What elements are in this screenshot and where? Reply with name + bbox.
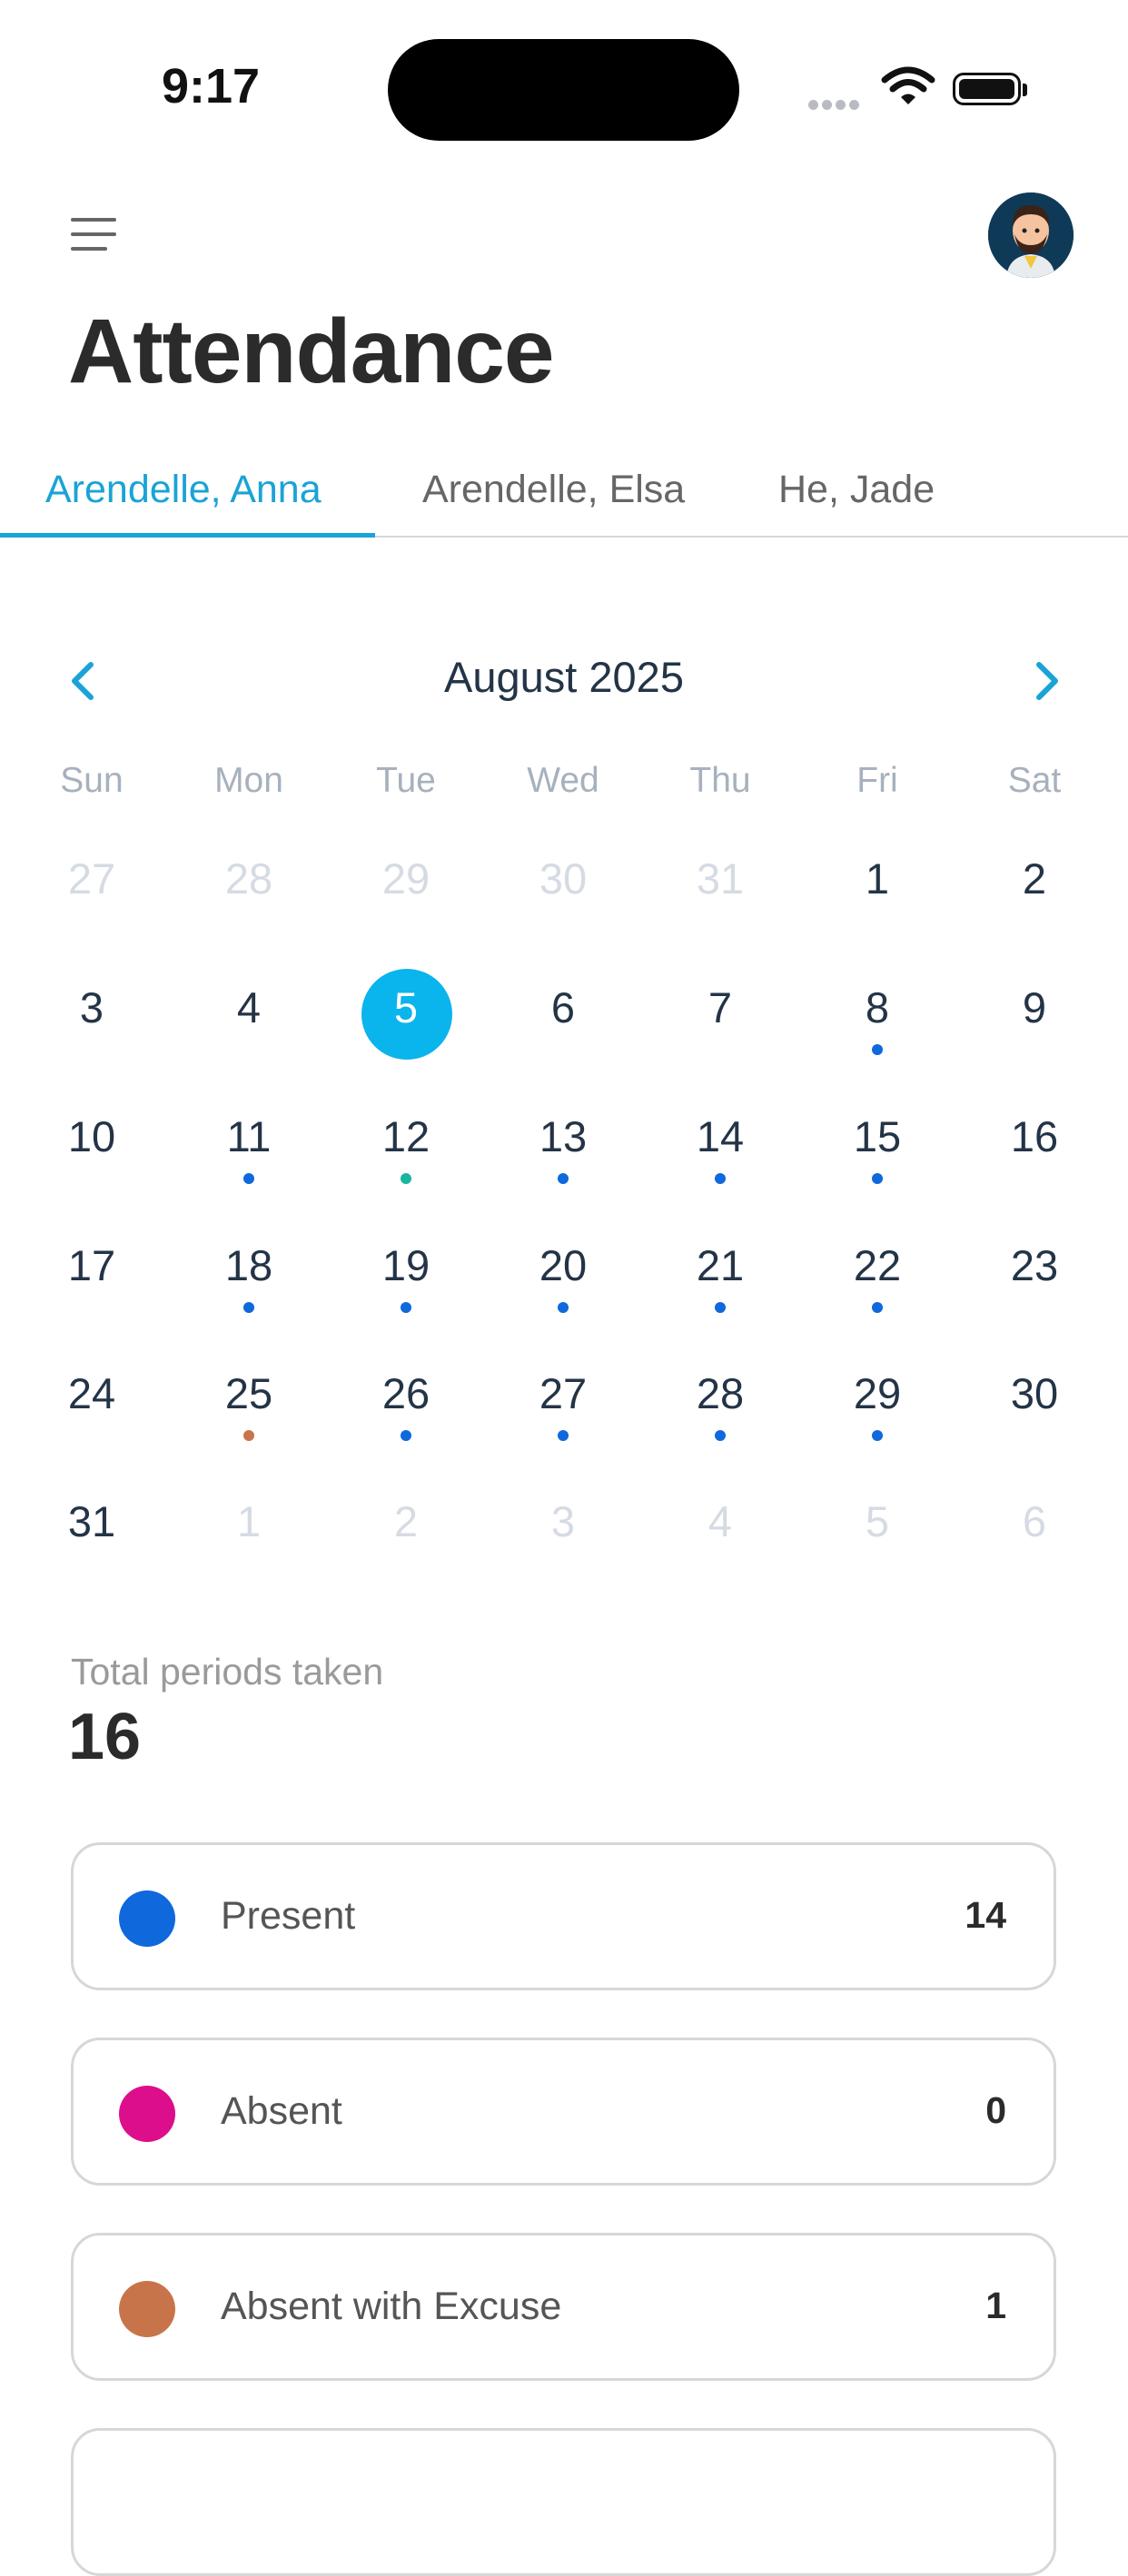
calendar-day-outside-month: 6 [1022, 1497, 1047, 1545]
stat-card-absent[interactable]: Absent 0 [71, 2038, 1056, 2186]
calendar-day-outside-month: 31 [696, 854, 745, 903]
stat-label: Present [221, 1894, 356, 1938]
user-avatar[interactable] [988, 192, 1074, 278]
calendar-day[interactable]: 23 [980, 1240, 1089, 1290]
absent-color-dot [119, 2086, 175, 2142]
month-label: August 2025 [444, 653, 684, 701]
calendar-day[interactable]: 4 [194, 982, 303, 1032]
calendar-day[interactable]: 1 [823, 854, 932, 903]
calendar-day-outside-month: 3 [550, 1497, 576, 1545]
calendar-day[interactable]: 15 [823, 1111, 932, 1161]
calendar-day[interactable]: 13 [509, 1111, 618, 1161]
stat-label: Absent [221, 2089, 342, 2133]
tab-he-jade[interactable]: He, Jade [778, 468, 935, 512]
attendance-dot-present [243, 1302, 254, 1313]
attendance-dot-present [558, 1173, 569, 1184]
attendance-dot-present [558, 1430, 569, 1441]
calendar-day[interactable]: 21 [666, 1240, 775, 1290]
attendance-dot-present [715, 1173, 726, 1184]
calendar-day[interactable]: 8 [823, 982, 932, 1032]
calendar-day-outside-month: 30 [539, 854, 588, 903]
weekday-sat: Sat [1007, 761, 1062, 800]
hamburger-icon[interactable] [71, 214, 116, 254]
calendar-day[interactable]: 30 [980, 1368, 1089, 1418]
stat-label: Absent with Excuse [221, 2285, 562, 2328]
weekday-sun: Sun [60, 761, 124, 800]
calendar-day[interactable]: 2 [980, 854, 1089, 903]
calendar-day[interactable]: 17 [37, 1240, 146, 1290]
calendar-day[interactable]: 10 [37, 1111, 146, 1161]
attendance-dot-excuse [243, 1430, 254, 1441]
stat-count: 14 [965, 1894, 1006, 1936]
chevron-right-icon[interactable] [1019, 654, 1074, 708]
weekday-fri: Fri [856, 761, 898, 800]
stat-count: 0 [985, 2089, 1006, 2131]
page-title: Attendance [68, 301, 555, 402]
attendance-dot-present [715, 1302, 726, 1313]
calendar-day-outside-month: 2 [393, 1497, 419, 1545]
weekday-thu: Thu [689, 761, 751, 800]
tab-arendelle-elsa[interactable]: Arendelle, Elsa [422, 468, 685, 512]
calendar-day-outside-month: 29 [381, 854, 430, 903]
attendance-dot-present [872, 1430, 883, 1441]
weekday-wed: Wed [527, 761, 599, 800]
calendar-day[interactable]: 9 [980, 982, 1089, 1032]
calendar-day[interactable]: 20 [509, 1240, 618, 1290]
wifi-icon [881, 66, 935, 104]
stat-card-partial[interactable] [71, 2428, 1056, 2576]
calendar-day[interactable]: 27 [509, 1368, 618, 1418]
attendance-dot-present [872, 1302, 883, 1313]
calendar-day[interactable]: 28 [666, 1368, 775, 1418]
calendar-day[interactable]: 11 [194, 1111, 303, 1161]
attendance-dot-present [401, 1302, 411, 1313]
calendar-day-outside-month: 4 [707, 1497, 733, 1545]
calendar-day[interactable]: 24 [37, 1368, 146, 1418]
calendar-day[interactable]: 19 [351, 1240, 460, 1290]
calendar-day-outside-month: 1 [236, 1497, 262, 1545]
battery-icon [953, 73, 1021, 105]
weekday-mon: Mon [214, 761, 283, 800]
excuse-color-dot [119, 2281, 175, 2337]
total-periods-label: Total periods taken [71, 1651, 384, 1693]
total-periods-value: 16 [68, 1701, 142, 1773]
calendar-day[interactable]: 12 [351, 1111, 460, 1161]
cellular-signal-icon [808, 98, 863, 114]
calendar-day-outside-month: 28 [224, 854, 273, 903]
stat-card-absent-with-excuse[interactable]: Absent with Excuse 1 [71, 2233, 1056, 2381]
dynamic-island [388, 39, 739, 141]
battery-nub [1023, 84, 1027, 96]
attendance-dot-present [715, 1430, 726, 1441]
calendar-day[interactable]: 25 [194, 1368, 303, 1418]
calendar-day[interactable]: 3 [37, 982, 146, 1032]
calendar-day-outside-month: 5 [865, 1497, 890, 1545]
attendance-dot-teal [401, 1173, 411, 1184]
tab-arendelle-anna[interactable]: Arendelle, Anna [45, 468, 322, 512]
calendar-day[interactable]: 16 [980, 1111, 1089, 1161]
calendar-day[interactable]: 18 [194, 1240, 303, 1290]
attendance-dot-present [401, 1430, 411, 1441]
attendance-dot-present [558, 1302, 569, 1313]
stat-card-present[interactable]: Present 14 [71, 1842, 1056, 1990]
status-time: 9:17 [162, 59, 261, 114]
attendance-dot-present [872, 1173, 883, 1184]
attendance-dot-present [872, 1044, 883, 1055]
calendar-day[interactable]: 14 [666, 1111, 775, 1161]
calendar-day[interactable]: 29 [823, 1368, 932, 1418]
calendar-day[interactable]: 26 [351, 1368, 460, 1418]
calendar-day-outside-month: 27 [67, 854, 116, 903]
present-color-dot [119, 1890, 175, 1947]
calendar-day[interactable]: 22 [823, 1240, 932, 1290]
attendance-dot-present [243, 1173, 254, 1184]
stat-count: 1 [985, 2285, 1006, 2326]
calendar-day[interactable]: 7 [666, 982, 775, 1032]
calendar-day-selected[interactable]: 5 [351, 982, 460, 1032]
calendar-day[interactable]: 31 [37, 1496, 146, 1546]
active-tab-indicator [0, 533, 375, 538]
weekday-tue: Tue [376, 761, 436, 800]
calendar-day[interactable]: 6 [509, 982, 618, 1032]
